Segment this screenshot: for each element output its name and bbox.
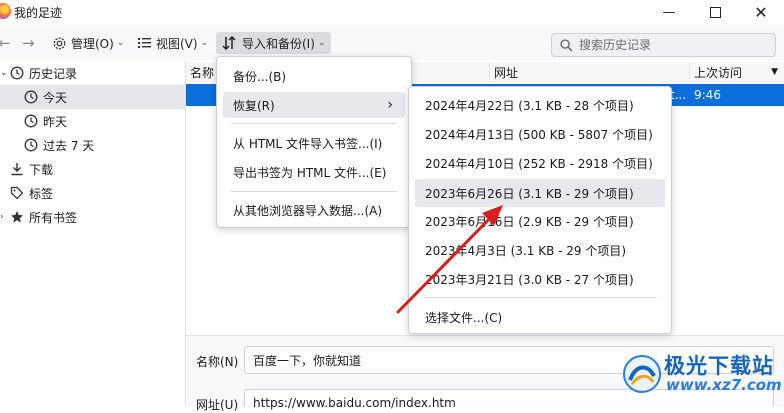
- aurora-logo-icon: [623, 355, 661, 393]
- watermark-en: www.xz7.com: [666, 376, 782, 394]
- watermark-logo: 极光下载站 www.xz7.com: [622, 350, 782, 402]
- annotation-arrow-icon: [396, 205, 503, 314]
